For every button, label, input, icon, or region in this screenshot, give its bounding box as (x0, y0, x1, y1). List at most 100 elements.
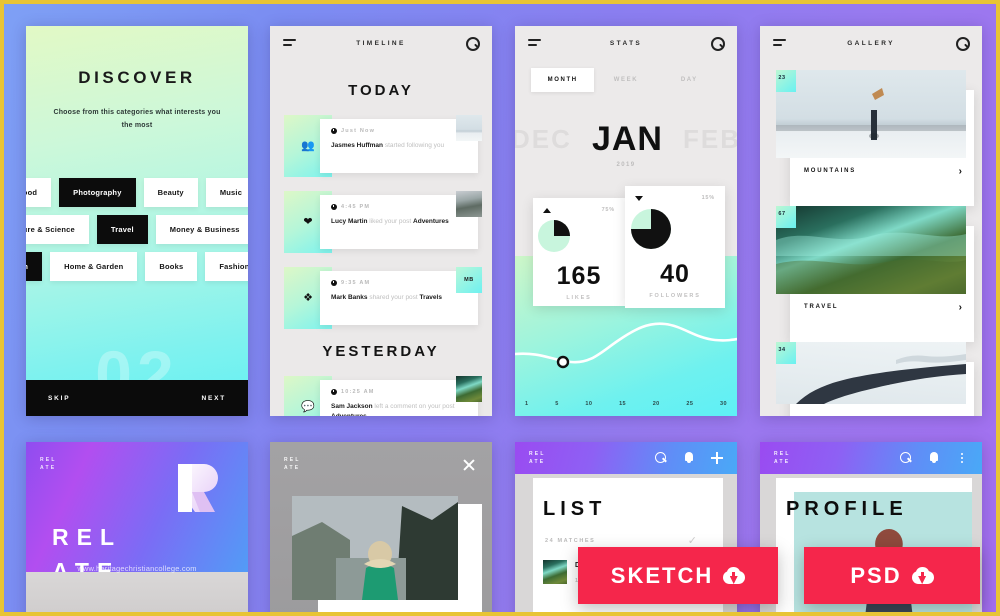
menu-icon[interactable] (528, 38, 541, 48)
bell-icon[interactable] (928, 452, 940, 464)
section-header-yesterday: YESTERDAY (322, 343, 440, 360)
stat-card-followers[interactable]: 15% 40 FOLLOWERS (625, 186, 725, 308)
menu-icon[interactable] (773, 38, 786, 48)
chip-row: Food Photography Beauty Music (26, 178, 248, 207)
avatar[interactable] (543, 560, 567, 584)
timestamp: Just Now (331, 128, 467, 134)
search-icon[interactable] (900, 452, 912, 464)
album-card-travel[interactable]: 67 TRAVEL › (776, 206, 974, 342)
screen-photo-viewer: REL ATE (270, 442, 492, 612)
trend-up-icon (543, 207, 551, 213)
year-label: 2019 (616, 162, 636, 168)
viewer-photo[interactable] (292, 496, 458, 600)
wizard-footer: SKIP NEXT (26, 380, 248, 416)
object-name: Adventures (331, 413, 367, 416)
menu-icon[interactable] (283, 38, 296, 48)
appbar-actions (655, 452, 723, 464)
screen-timeline: TIMELINE TODAY 👥 Just Now Jasmes Huffman (270, 26, 492, 416)
poster-canvas: DISCOVER Choose from this categories wha… (4, 4, 996, 612)
topbar-title: STATS (609, 39, 643, 47)
photo-count-badge: 67 (776, 206, 796, 228)
chip-home-garden[interactable]: Home & Garden (50, 252, 138, 281)
page-title: DISCOVER (78, 68, 196, 87)
tab-week[interactable]: WEEK (594, 68, 657, 92)
timestamp-text: 10:25 AM (341, 389, 375, 395)
more-icon[interactable] (956, 452, 968, 464)
plus-icon[interactable] (711, 452, 723, 464)
stat-card-likes[interactable]: 75% 165 LIKES (533, 198, 625, 306)
delta-value: 15% (701, 195, 715, 201)
profile-appbar: REL ATE (760, 442, 982, 474)
list-item[interactable]: ❖ 9:35 AM Mark Banks shared your post Tr… (284, 267, 482, 329)
tick: 15 (619, 401, 626, 407)
avatar[interactable] (456, 376, 482, 402)
brand-wordmark-small: REL ATE (529, 451, 546, 465)
album-footer[interactable]: TRAVEL › (790, 294, 974, 320)
chip-fashion[interactable]: Fashion (205, 252, 248, 281)
bell-icon[interactable] (683, 452, 695, 464)
tab-day[interactable]: DAY (658, 68, 721, 92)
page-title: PROFILE (786, 498, 908, 520)
chip-travel[interactable]: Travel (96, 215, 148, 244)
delta-value: 75% (601, 207, 615, 213)
feed-list-yesterday: 💬 10:25 AM Sam Jackson left a comment on… (270, 376, 492, 416)
month-picker: DEC JAN FEB (515, 116, 737, 162)
timestamp-text: Just Now (341, 128, 376, 134)
actor-name: Mark Banks (331, 294, 368, 301)
album-photo: 34 (776, 342, 966, 404)
stat-label: LIKES (566, 295, 592, 301)
list-item[interactable]: ❤ 4:45 PM Lucy Martin liked your post Ad… (284, 191, 482, 253)
appbar-actions (900, 452, 968, 464)
album-card-mountains[interactable]: 23 MOUNTAINS › (776, 70, 974, 206)
month-current: JAN (591, 119, 663, 158)
month-next[interactable]: FEB (683, 124, 737, 155)
month-prev[interactable]: DEC (515, 124, 572, 155)
x-axis-ticks: 1 5 10 15 20 25 30 (525, 401, 727, 407)
brand-wordmark-small: REL ATE (774, 451, 791, 465)
clock-icon (331, 204, 337, 210)
stats-topbar: STATS (515, 26, 737, 60)
skip-button[interactable]: SKIP (48, 395, 70, 402)
screen-gallery: GALLERY 23 MOUNTAINS › 67 TRAVEL › 34 (760, 26, 982, 416)
chip-music[interactable]: Music (205, 178, 248, 207)
chevron-right-icon[interactable]: › (959, 302, 962, 313)
object-name: Travels (419, 294, 442, 301)
chip-beauty[interactable]: Beauty (143, 178, 198, 207)
check-icon[interactable]: ✓ (688, 534, 697, 547)
actor-name: Sam Jackson (331, 403, 373, 410)
search-icon[interactable] (655, 452, 667, 464)
chip-nature-science[interactable]: Nature & Science (26, 215, 89, 244)
match-count: 24 MATCHES (545, 538, 596, 544)
next-button[interactable]: NEXT (201, 395, 226, 402)
list-item[interactable]: 👥 Just Now Jasmes Huffman started follow… (284, 115, 482, 177)
chip-books[interactable]: Books (145, 252, 198, 281)
clock-icon (331, 389, 337, 395)
stat-label: FOLLOWERS (649, 293, 701, 299)
sketch-download-ribbon[interactable]: SKETCH (578, 547, 778, 604)
list-item[interactable]: 💬 10:25 AM Sam Jackson left a comment on… (284, 376, 482, 416)
tick: 20 (652, 401, 660, 407)
stat-value: 165 (556, 262, 602, 290)
chip-money-business[interactable]: Money & Business (155, 215, 248, 244)
chevron-right-icon[interactable]: › (959, 166, 962, 177)
album-card-roads[interactable]: 34 (776, 342, 974, 416)
album-title: TRAVEL (804, 304, 839, 310)
clock-icon (331, 280, 337, 286)
chip-photography[interactable]: Photography (59, 178, 136, 207)
chip-food[interactable]: Food (26, 178, 52, 207)
avatar[interactable] (456, 115, 482, 141)
tick: 5 (555, 401, 559, 407)
album-footer[interactable]: MOUNTAINS › (790, 158, 974, 184)
close-icon[interactable] (462, 458, 476, 472)
avatar[interactable] (456, 191, 482, 217)
search-icon[interactable] (465, 36, 480, 51)
search-icon[interactable] (711, 36, 725, 51)
search-icon[interactable] (956, 36, 970, 51)
psd-download-ribbon[interactable]: PSD (804, 547, 980, 604)
ribbon-label: SKETCH (610, 562, 714, 588)
tab-month[interactable]: MONTH (531, 68, 595, 92)
object-name: Adventures (413, 218, 449, 225)
chip-health[interactable]: Health (26, 252, 43, 281)
wordmark-line-1: REL (52, 524, 122, 550)
avatar[interactable]: MB (456, 267, 482, 293)
